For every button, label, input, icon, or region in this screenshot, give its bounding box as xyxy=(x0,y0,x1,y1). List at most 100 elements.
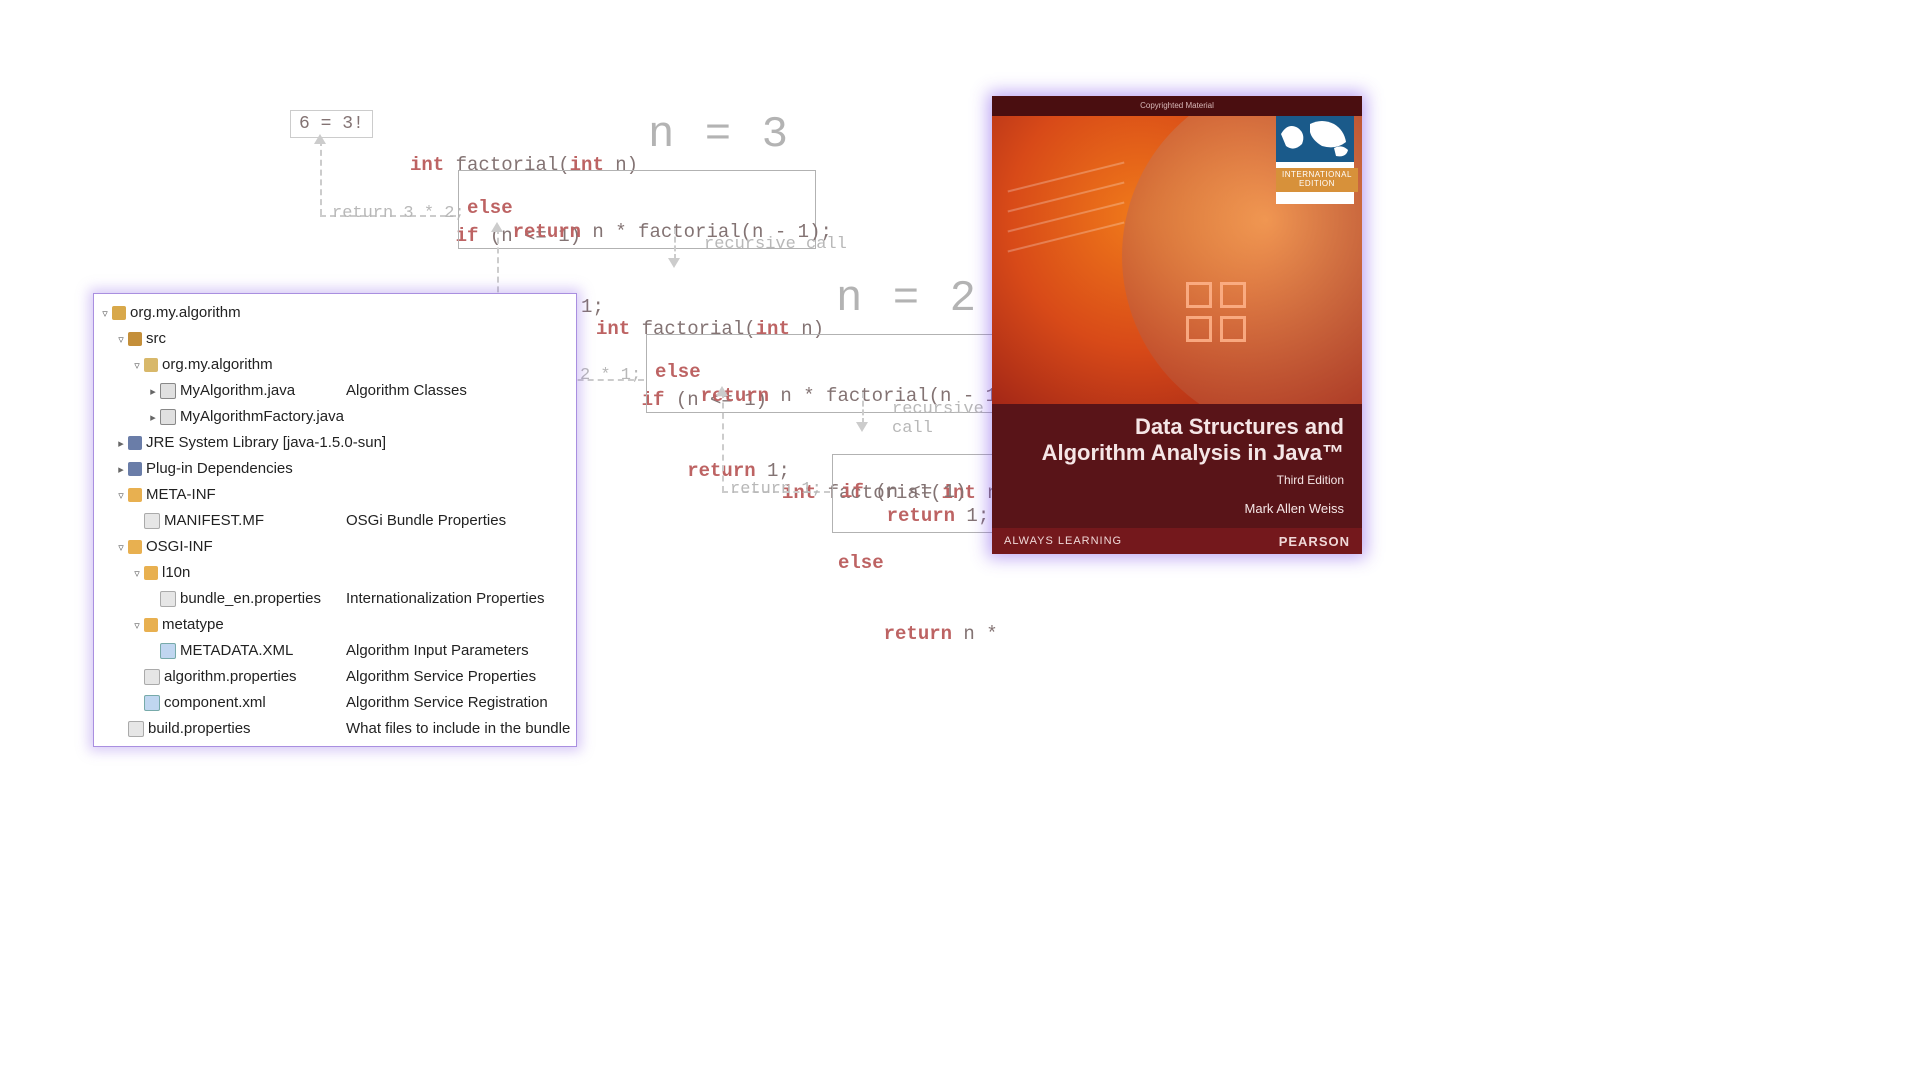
book-title-line1: Data Structures and xyxy=(1135,414,1344,439)
tree-node[interactable]: ▿ org.my.algorithm xyxy=(94,300,576,326)
file-icon xyxy=(144,513,160,529)
tree-node-label: MyAlgorithm.java xyxy=(180,382,295,399)
expand-toggle-closed-icon[interactable]: ▸ xyxy=(116,457,126,483)
package-icon xyxy=(144,358,158,372)
return-annotation-1: return 3 * 2; xyxy=(332,204,465,223)
tree-node[interactable]: ▿ META-INF xyxy=(94,482,576,508)
expand-toggle-closed-icon[interactable]: ▸ xyxy=(116,431,126,457)
library-icon xyxy=(128,462,142,476)
badge-line1: INTERNATIONAL xyxy=(1282,170,1352,179)
xml-file-icon xyxy=(160,643,176,659)
result-box: 6 = 3! xyxy=(290,110,373,138)
return-annotation-3: return 1; xyxy=(730,480,822,499)
tree-node-label: metatype xyxy=(162,616,224,633)
book-tagline: ALWAYS LEARNING xyxy=(1004,535,1122,547)
dash xyxy=(722,392,724,492)
file-icon xyxy=(128,721,144,737)
tree-node[interactable]: algorithm.properties Algorithm Service Pr… xyxy=(94,664,576,690)
expand-toggle-open-icon[interactable]: ▿ xyxy=(100,301,110,327)
dash xyxy=(862,392,864,424)
book-bottom-bar: ALWAYS LEARNING PEARSON xyxy=(992,528,1362,554)
java-file-icon xyxy=(160,383,176,399)
badge-line2: EDITION xyxy=(1299,179,1335,188)
tree-node-label: MyAlgorithmFactory.java xyxy=(180,408,344,425)
xml-file-icon xyxy=(144,695,160,711)
tree-node[interactable]: METADATA.XML Algorithm Input Parameters xyxy=(94,638,576,664)
international-edition-badge: INTERNATIONAL EDITION xyxy=(1276,116,1354,204)
tree-node-label: MANIFEST.MF xyxy=(164,512,264,529)
tree-node[interactable]: MANIFEST.MF OSGi Bundle Properties xyxy=(94,508,576,534)
expand-toggle-open-icon[interactable]: ▿ xyxy=(116,327,126,353)
expand-toggle-closed-icon[interactable]: ▸ xyxy=(148,405,158,431)
tree-node[interactable]: ▿ metatype xyxy=(94,612,576,638)
recursive-call-label-1: recursive call xyxy=(704,235,847,254)
java-file-icon xyxy=(160,409,176,425)
return-annotation-2: 2 * 1; xyxy=(580,366,641,385)
expand-toggle-open-icon[interactable]: ▿ xyxy=(132,353,142,379)
file-icon xyxy=(160,591,176,607)
tree-node[interactable]: ▸ MyAlgorithm.java Algorithm Classes xyxy=(94,378,576,404)
tree-node-label: component.xml xyxy=(164,694,266,711)
tree-node-description: Algorithm Service Registration xyxy=(346,690,548,716)
tree-node-label: l10n xyxy=(162,564,190,581)
tree-node-label: algorithm.properties xyxy=(164,668,297,685)
book-author: Mark Allen Weiss xyxy=(1010,501,1344,516)
tree-node-label: META-INF xyxy=(146,486,216,503)
tree-node-label: build.properties xyxy=(148,720,251,737)
book-publisher: PEARSON xyxy=(1279,534,1350,549)
expand-toggle-open-icon[interactable]: ▿ xyxy=(132,561,142,587)
dash xyxy=(320,140,322,215)
expand-toggle-open-icon[interactable]: ▿ xyxy=(116,483,126,509)
tree-node[interactable]: ▿ l10n xyxy=(94,560,576,586)
arrow-down-icon xyxy=(856,422,868,432)
tree-node[interactable]: ▿ org.my.algorithm xyxy=(94,352,576,378)
tree-node-description: Algorithm Input Parameters xyxy=(346,638,529,664)
book-title-line2: Algorithm Analysis in Java™ xyxy=(1042,440,1344,465)
tree-node-label: src xyxy=(146,330,166,347)
tree-node-label: JRE System Library [java-1.5.0-sun] xyxy=(146,434,386,451)
file-icon xyxy=(144,669,160,685)
book-cover: Copyrighted Material INTERNATIONAL EDITI… xyxy=(992,96,1362,554)
tree-node-description: Algorithm Classes xyxy=(346,378,467,404)
tree-node[interactable]: ▸ MyAlgorithmFactory.java xyxy=(94,404,576,430)
folder-icon xyxy=(144,566,158,580)
arrow-up-icon xyxy=(716,386,728,396)
tree-node-label: org.my.algorithm xyxy=(162,356,273,373)
arrow-down-icon xyxy=(668,258,680,268)
library-icon xyxy=(128,436,142,450)
book-artwork: INTERNATIONAL EDITION xyxy=(992,116,1362,404)
project-tree-panel: ▿org.my.algorithm▿src▿org.my.algorithm▸M… xyxy=(93,293,577,747)
tree-node-label: METADATA.XML xyxy=(180,642,293,659)
tree-node[interactable]: ▸ Plug-in Dependencies xyxy=(94,456,576,482)
tree-node[interactable]: ▸ JRE System Library [java-1.5.0-sun] xyxy=(94,430,576,456)
tree-node[interactable]: ▿ src xyxy=(94,326,576,352)
tree-node-label: Plug-in Dependencies xyxy=(146,460,293,477)
expand-toggle-closed-icon[interactable]: ▸ xyxy=(148,379,158,405)
book-top-note: Copyrighted Material xyxy=(992,96,1362,116)
n-equals-3: n = 3 xyxy=(648,110,790,160)
tree-node-description: Algorithm Service Properties xyxy=(346,664,536,690)
tree-node[interactable]: build.properties What files to include in… xyxy=(94,716,576,742)
tree-node[interactable]: component.xml Algorithm Service Registrat… xyxy=(94,690,576,716)
project-icon xyxy=(112,306,126,320)
tree-node-description: What files to include in the bundle xyxy=(346,716,570,742)
folder-icon xyxy=(128,488,142,502)
world-map-icon xyxy=(1276,116,1354,162)
folder-icon xyxy=(128,540,142,554)
dash xyxy=(674,228,676,260)
tree-node[interactable]: ▿ OSGI-INF xyxy=(94,534,576,560)
tree-node-description: OSGi Bundle Properties xyxy=(346,508,506,534)
code-block-3b: else return n * xyxy=(838,504,998,694)
folder-icon xyxy=(144,618,158,632)
expand-toggle-open-icon[interactable]: ▿ xyxy=(132,613,142,639)
tree-node-label: bundle_en.properties xyxy=(180,590,321,607)
tree-node-description: Internationalization Properties xyxy=(346,586,544,612)
tree-node[interactable]: bundle_en.properties Internationalization… xyxy=(94,586,576,612)
arrow-up-icon xyxy=(314,134,326,144)
n-equals-2: n = 2 xyxy=(836,274,978,324)
tree-node-label: OSGI-INF xyxy=(146,538,213,555)
expand-toggle-open-icon[interactable]: ▿ xyxy=(116,535,126,561)
book-title-band: Data Structures and Algorithm Analysis i… xyxy=(992,404,1362,528)
arrow-up-icon xyxy=(491,222,503,232)
tree-node-label: org.my.algorithm xyxy=(130,304,241,321)
